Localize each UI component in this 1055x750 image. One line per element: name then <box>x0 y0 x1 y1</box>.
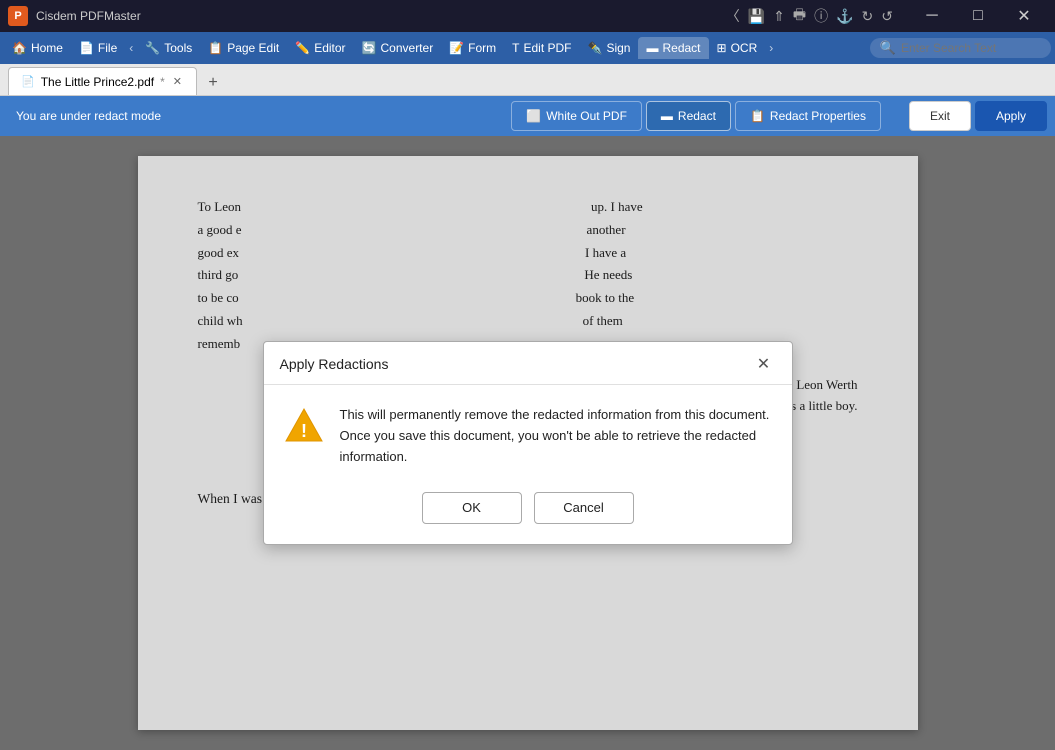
menu-form[interactable]: 📝 Form <box>441 37 504 59</box>
menu-more-btn[interactable]: › <box>765 41 777 55</box>
print-icon[interactable]: 🖶 <box>793 4 806 28</box>
dialog-title-bar: Apply Redactions ✕ <box>264 342 792 385</box>
tab-file-icon: 📄 <box>21 75 35 88</box>
tab-close-button[interactable]: ✕ <box>171 73 184 90</box>
dialog-title: Apply Redactions <box>280 356 389 372</box>
file-icon: 📄 <box>79 41 94 55</box>
svg-text:!: ! <box>301 421 307 441</box>
search-input[interactable] <box>901 41 1041 55</box>
dialog-overlay: Apply Redactions ✕ ! This will permanent… <box>0 136 1055 750</box>
dialog-close-button[interactable]: ✕ <box>752 352 776 376</box>
minimize-button[interactable]: ─ <box>909 0 955 32</box>
redact-button[interactable]: ▬ Redact <box>646 101 731 131</box>
add-tab-button[interactable]: + <box>201 71 225 95</box>
white-out-icon: ⬜ <box>526 109 541 123</box>
redact-properties-button[interactable]: 📋 Redact Properties <box>735 101 881 131</box>
nav-back-icon[interactable]: 〈 <box>726 6 740 26</box>
main-content: To Leonup. I have a good eanother good e… <box>0 136 1055 750</box>
menu-bar: 🏠 Home 📄 File ‹ 🔧 Tools 📋 Page Edit ✏️ E… <box>0 32 1055 64</box>
menu-back-btn[interactable]: ‹ <box>125 41 137 55</box>
save-icon[interactable]: 💾 <box>748 8 765 25</box>
warning-icon-wrap: ! <box>284 405 324 445</box>
redact-btn-icon: ▬ <box>661 109 673 123</box>
menu-file[interactable]: 📄 File <box>71 37 125 59</box>
app-title: Cisdem PDFMaster <box>36 9 726 23</box>
redact-icon: ▬ <box>646 41 658 55</box>
tools-icon: 🔧 <box>145 41 160 55</box>
dialog-message: This will permanently remove the redacte… <box>340 405 772 467</box>
redact-props-icon: 📋 <box>750 109 765 123</box>
redo-icon[interactable]: ↺ <box>881 8 893 25</box>
ocr-icon: ⊞ <box>717 41 727 55</box>
menu-page-edit[interactable]: 📋 Page Edit <box>200 37 287 59</box>
menu-ocr[interactable]: ⊞ OCR <box>709 37 766 59</box>
search-icon: 🔍 <box>880 40 896 56</box>
white-out-button[interactable]: ⬜ White Out PDF <box>511 101 642 131</box>
apply-redactions-dialog: Apply Redactions ✕ ! This will permanent… <box>263 341 793 544</box>
menu-editor[interactable]: ✏️ Editor <box>287 37 353 59</box>
menu-sign[interactable]: ✒️ Sign <box>580 37 639 59</box>
help-icon[interactable]: ⓘ <box>814 6 828 26</box>
history-icon[interactable]: ↻ <box>862 8 874 25</box>
window-controls[interactable]: ─ □ ✕ <box>909 0 1047 32</box>
redact-toolbar: You are under redact mode ⬜ White Out PD… <box>0 96 1055 136</box>
bookmark-icon[interactable]: ⚓ <box>836 8 853 25</box>
maximize-button[interactable]: □ <box>955 0 1001 32</box>
page-edit-icon: 📋 <box>208 41 223 55</box>
dialog-body: ! This will permanently remove the redac… <box>264 385 792 483</box>
menu-edit-pdf[interactable]: T Edit PDF <box>504 37 579 59</box>
share-icon[interactable]: ⇑ <box>773 8 785 25</box>
dialog-buttons: OK Cancel <box>264 484 792 544</box>
dialog-ok-button[interactable]: OK <box>422 492 522 524</box>
dialog-cancel-button[interactable]: Cancel <box>534 492 634 524</box>
tab-little-prince[interactable]: 📄 The Little Prince2.pdf * ✕ <box>8 67 197 95</box>
converter-icon: 🔄 <box>362 41 377 55</box>
menu-tools[interactable]: 🔧 Tools <box>137 37 200 59</box>
warning-icon: ! <box>284 405 324 445</box>
form-icon: 📝 <box>449 41 464 55</box>
menu-converter[interactable]: 🔄 Converter <box>354 37 442 59</box>
exit-button[interactable]: Exit <box>909 101 971 131</box>
menu-home[interactable]: 🏠 Home <box>4 37 71 59</box>
tab-modified-indicator: * <box>160 75 165 89</box>
app-icon: P <box>8 6 28 26</box>
sign-icon: ✒️ <box>588 41 603 55</box>
close-button[interactable]: ✕ <box>1001 0 1047 32</box>
apply-button[interactable]: Apply <box>975 101 1047 131</box>
title-bar: P Cisdem PDFMaster 〈 💾 ⇑ 🖶 ⓘ ⚓ ↻ ↺ ─ □ ✕ <box>0 0 1055 32</box>
menu-redact[interactable]: ▬ Redact <box>638 37 708 59</box>
tab-label: The Little Prince2.pdf <box>41 75 154 89</box>
home-icon: 🏠 <box>12 41 27 55</box>
edit-pdf-icon: T <box>512 41 519 55</box>
tab-bar: 📄 The Little Prince2.pdf * ✕ + <box>0 64 1055 96</box>
mode-text: You are under redact mode <box>8 109 507 123</box>
editor-icon: ✏️ <box>295 41 310 55</box>
